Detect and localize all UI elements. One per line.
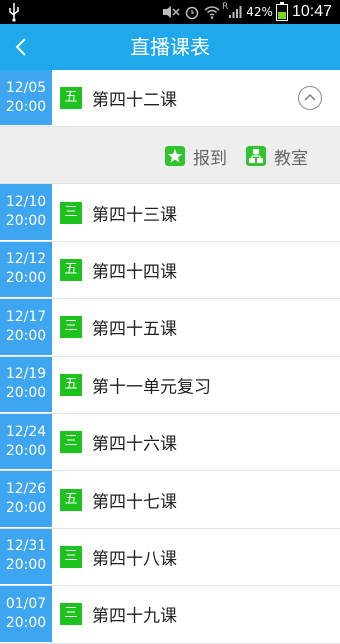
classroom-label: 教室 bbox=[274, 148, 308, 169]
lesson-date-day: 12/24 bbox=[5, 423, 47, 440]
lesson-date: 12/10 20:00 bbox=[0, 184, 52, 241]
lesson-row[interactable]: 12/17 20:00 三 第四十五课 bbox=[0, 299, 340, 357]
lesson-date-day: 12/05 bbox=[5, 79, 47, 96]
weekday-badge: 三 bbox=[60, 431, 82, 454]
lesson-row[interactable]: 12/24 20:00 三 第四十六课 bbox=[0, 413, 340, 472]
lesson-title: 第四十五课 bbox=[92, 319, 177, 340]
lesson-date: 12/19 20:00 bbox=[0, 356, 52, 413]
mute-icon bbox=[163, 6, 180, 18]
lesson-date-time: 20:00 bbox=[5, 385, 47, 402]
lesson-date-day: 12/12 bbox=[5, 251, 47, 268]
lesson-date: 12/12 20:00 bbox=[0, 241, 52, 299]
lesson-row[interactable]: 12/31 20:00 三 第四十八课 bbox=[0, 528, 340, 587]
lesson-row[interactable]: 12/26 20:00 五 第四十七课 bbox=[0, 471, 340, 529]
weekday-badge: 五 bbox=[60, 258, 82, 281]
status-bar: R 42% 10:47 bbox=[0, 0, 340, 24]
battery-icon bbox=[275, 1, 288, 21]
title-bar: 直播课表 bbox=[0, 24, 340, 70]
lesson-title: 第四十九课 bbox=[92, 606, 177, 627]
classroom-icon bbox=[246, 146, 266, 167]
lesson-date-time: 20:00 bbox=[5, 442, 47, 459]
lesson-date: 12/26 20:00 bbox=[0, 471, 52, 528]
collapse-button[interactable] bbox=[298, 86, 322, 111]
lesson-date-time: 20:00 bbox=[5, 270, 47, 287]
weekday-badge: 三 bbox=[60, 316, 82, 339]
lesson-title: 第四十二课 bbox=[92, 90, 177, 111]
lesson-date-day: 12/31 bbox=[5, 538, 47, 555]
checkin-label: 报到 bbox=[193, 148, 227, 169]
signal-icon bbox=[229, 6, 242, 18]
weekday-badge: 三 bbox=[60, 545, 82, 568]
lesson-date-day: 01/07 bbox=[5, 595, 47, 612]
lesson-actions: 报到 教室 bbox=[0, 127, 340, 185]
lesson-title: 第十一单元复习 bbox=[92, 377, 211, 398]
alarm-icon bbox=[185, 6, 199, 20]
lesson-row[interactable]: 12/19 20:00 五 第十一单元复习 bbox=[0, 356, 340, 414]
wifi-icon bbox=[204, 6, 220, 19]
chevron-up-icon bbox=[304, 94, 316, 101]
lesson-date-time: 20:00 bbox=[5, 98, 47, 115]
lesson-row[interactable]: 12/05 20:00 五 第四十二课 bbox=[0, 70, 340, 128]
lesson-date-day: 12/17 bbox=[5, 308, 47, 325]
lesson-date-time: 20:00 bbox=[5, 557, 47, 574]
clock: 10:47 bbox=[291, 3, 332, 20]
lesson-date: 12/24 20:00 bbox=[0, 413, 52, 471]
weekday-badge: 三 bbox=[60, 603, 82, 626]
weekday-badge: 五 bbox=[60, 373, 82, 396]
lesson-date: 12/31 20:00 bbox=[0, 528, 52, 586]
usb-icon bbox=[9, 3, 19, 22]
lesson-date-time: 20:00 bbox=[5, 500, 47, 517]
lesson-date: 12/05 20:00 bbox=[0, 70, 52, 127]
lesson-row[interactable]: 12/10 20:00 三 第四十三课 bbox=[0, 184, 340, 242]
lesson-date: 12/17 20:00 bbox=[0, 299, 52, 356]
lesson-date: 01/07 20:00 bbox=[0, 586, 52, 643]
weekday-badge: 三 bbox=[60, 201, 82, 224]
battery-level bbox=[277, 12, 286, 19]
lesson-date-time: 20:00 bbox=[5, 213, 47, 230]
weekday-badge: 五 bbox=[60, 87, 82, 110]
battery-percentage: 42% bbox=[246, 5, 273, 19]
weekday-badge: 五 bbox=[60, 488, 82, 511]
lesson-date-time: 20:00 bbox=[5, 327, 47, 344]
checkin-button[interactable]: 报到 bbox=[165, 144, 227, 169]
lesson-row[interactable]: 01/07 20:00 三 第四十九课 bbox=[0, 586, 340, 644]
lesson-title: 第四十三课 bbox=[92, 205, 177, 226]
star-icon bbox=[165, 146, 185, 167]
page-title: 直播课表 bbox=[130, 35, 210, 59]
lesson-title: 第四十六课 bbox=[92, 434, 177, 455]
lesson-title: 第四十七课 bbox=[92, 492, 177, 513]
lesson-date-day: 12/26 bbox=[5, 481, 47, 498]
lesson-title: 第四十八课 bbox=[92, 549, 177, 570]
lesson-date-day: 12/10 bbox=[5, 194, 47, 211]
lesson-title: 第四十四课 bbox=[92, 262, 177, 283]
classroom-button[interactable]: 教室 bbox=[246, 144, 308, 169]
lesson-date-day: 12/19 bbox=[5, 366, 47, 383]
lesson-list: 12/05 20:00 五 第四十二课 报到 教室 12/10 20:00 三 … bbox=[0, 70, 340, 644]
lesson-date-time: 20:00 bbox=[5, 614, 47, 631]
lesson-row[interactable]: 12/12 20:00 五 第四十四课 bbox=[0, 241, 340, 300]
